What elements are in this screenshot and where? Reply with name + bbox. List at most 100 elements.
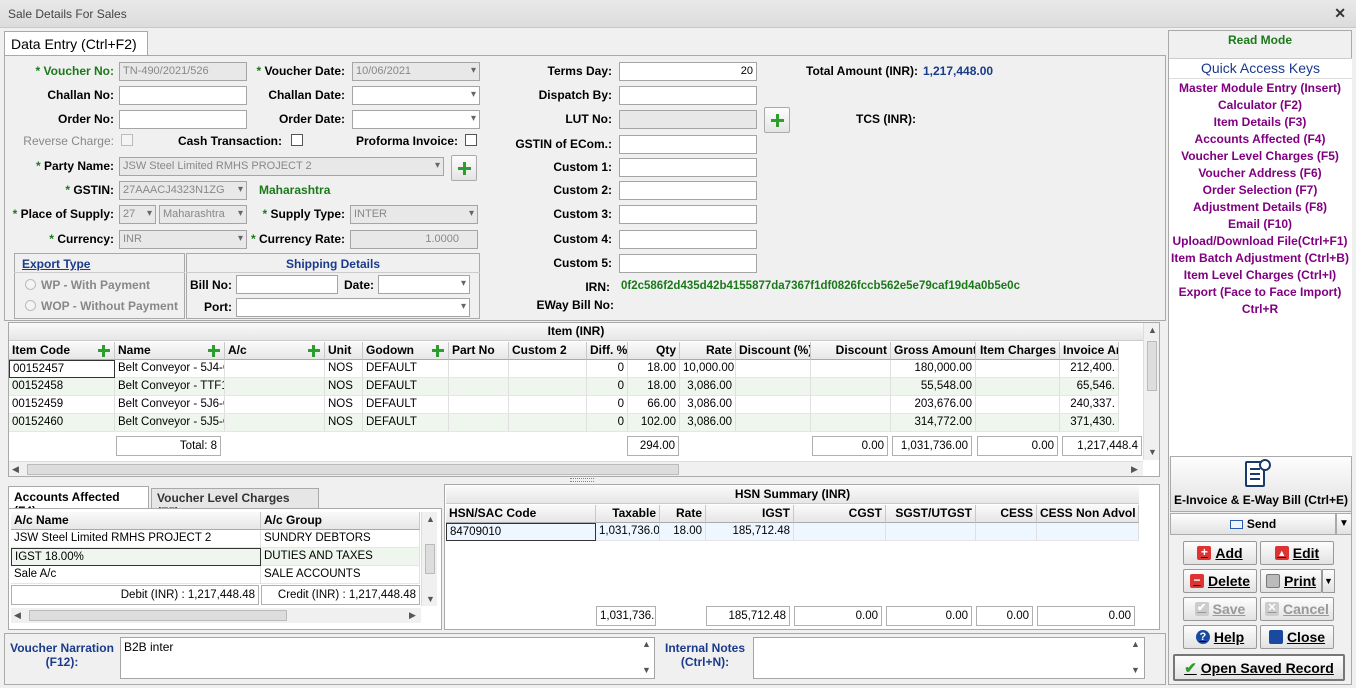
item-cell[interactable]: NOS [325, 360, 363, 378]
item-cell[interactable] [225, 360, 325, 378]
add-party-icon[interactable] [451, 155, 477, 181]
item-cell[interactable]: 212,400. [1060, 360, 1119, 378]
item-col-header[interactable]: Custom 2 [509, 342, 587, 360]
hsn-col-header[interactable]: CESS Non Advol [1037, 505, 1139, 523]
close-button[interactable]: Close [1260, 625, 1334, 649]
quick-key-link[interactable]: Item Level Charges (Ctrl+I) [1168, 267, 1352, 284]
quick-key-link[interactable]: Master Module Entry (Insert) [1168, 80, 1352, 97]
delete-button[interactable]: − Delete [1183, 569, 1257, 593]
item-cell[interactable]: 240,337. [1060, 396, 1119, 414]
internal-notes-textarea[interactable] [753, 637, 1145, 679]
item-cell[interactable] [811, 396, 891, 414]
item-cell[interactable]: 203,676.00 [891, 396, 976, 414]
order-date-picker[interactable] [352, 110, 480, 129]
quick-key-link[interactable]: Email (F10) [1168, 216, 1352, 233]
item-cell[interactable]: Belt Conveyor - 5J5-C [115, 414, 225, 432]
item-cell[interactable] [736, 396, 811, 414]
item-cell[interactable] [225, 396, 325, 414]
item-cell[interactable]: DEFAULT [363, 378, 449, 396]
edit-button[interactable]: ▲ Edit [1260, 541, 1334, 565]
account-cell[interactable]: SUNDRY DEBTORS [261, 530, 420, 548]
print-dropdown-icon[interactable]: ▼ [1322, 569, 1335, 593]
item-cell[interactable]: 0 [587, 378, 628, 396]
quick-key-link[interactable]: Calculator (F2) [1168, 97, 1352, 114]
narration-scroll-down-icon[interactable]: ▼ [642, 665, 651, 675]
proforma-invoice-checkbox[interactable] [465, 134, 477, 146]
ship-date-picker[interactable] [378, 275, 470, 294]
account-cell[interactable]: Sale A/c [11, 566, 261, 584]
quick-key-link[interactable]: Item Batch Adjustment (Ctrl+B) [1168, 250, 1352, 267]
item-cell[interactable]: Belt Conveyor - 5J4-C2 [115, 360, 225, 378]
item-cell[interactable]: 3,086.00 [680, 378, 736, 396]
quick-key-link[interactable]: Export (Face to Face Import) Ctrl+R [1168, 284, 1352, 318]
item-cell[interactable] [976, 378, 1060, 396]
hsn-cell[interactable] [794, 523, 886, 541]
tab-voucher-level-charges[interactable]: Voucher Level Charges (F5) [151, 488, 319, 519]
item-col-header[interactable]: Diff. % [587, 342, 628, 360]
port-select[interactable] [236, 298, 470, 317]
item-cell[interactable]: NOS [325, 396, 363, 414]
item-cell[interactable]: 180,000.00 [891, 360, 976, 378]
terms-day-input[interactable]: 20 [619, 62, 757, 81]
quick-key-link[interactable]: Accounts Affected (F4) [1168, 131, 1352, 148]
add-column-icon[interactable] [97, 344, 111, 358]
add-column-icon[interactable] [307, 344, 321, 358]
item-cell[interactable]: Belt Conveyor - TTF1- [115, 378, 225, 396]
hsn-col-header[interactable]: Rate [660, 505, 706, 523]
tab-accounts-affected[interactable]: Accounts Affected (F4) [8, 486, 149, 518]
item-cell[interactable]: 00152458 [9, 378, 115, 396]
accounts-hscroll[interactable]: ◀ ▶ [11, 608, 421, 623]
item-col-header[interactable]: Discount [811, 342, 891, 360]
hsn-col-header[interactable]: IGST [706, 505, 794, 523]
cash-transaction-checkbox[interactable] [291, 134, 303, 146]
hsn-cell[interactable] [886, 523, 976, 541]
item-cell[interactable] [509, 396, 587, 414]
hsn-cell[interactable] [976, 523, 1037, 541]
item-cell[interactable] [225, 378, 325, 396]
hsn-col-header[interactable]: CESS [976, 505, 1037, 523]
item-cell[interactable] [509, 360, 587, 378]
account-cell[interactable]: JSW Steel Limited RMHS PROJECT 2 [11, 530, 261, 548]
item-grid-vscroll[interactable]: ▲ ▼ [1143, 323, 1159, 460]
item-cell[interactable]: NOS [325, 378, 363, 396]
item-col-header[interactable]: Part No [449, 342, 509, 360]
custom3-input[interactable] [619, 205, 757, 224]
item-col-header[interactable]: Rate [680, 342, 736, 360]
item-cell[interactable]: 18.00 [628, 360, 680, 378]
item-cell[interactable]: 00152460 [9, 414, 115, 432]
item-cell[interactable] [449, 396, 509, 414]
item-grid-hscroll[interactable]: ◀ ▶ [9, 461, 1143, 476]
item-cell[interactable] [811, 360, 891, 378]
item-cell[interactable]: 3,086.00 [680, 396, 736, 414]
hsn-col-header[interactable]: HSN/SAC Code [446, 505, 596, 523]
hsn-cell[interactable]: 18.00 [660, 523, 706, 541]
quick-key-link[interactable]: Item Details (F3) [1168, 114, 1352, 131]
add-column-icon[interactable] [207, 344, 221, 358]
item-cell[interactable]: 0 [587, 414, 628, 432]
help-button[interactable]: ? Help [1183, 625, 1257, 649]
item-cell[interactable]: 0 [587, 360, 628, 378]
custom5-input[interactable] [619, 254, 757, 273]
item-cell[interactable] [449, 414, 509, 432]
add-lut-icon[interactable] [764, 107, 790, 133]
print-button[interactable]: Print [1260, 569, 1322, 593]
quick-key-link[interactable]: Adjustment Details (F8) [1168, 199, 1352, 216]
hsn-col-header[interactable]: SGST/UTGST [886, 505, 976, 523]
splitter-grip[interactable] [570, 478, 594, 482]
item-col-header[interactable]: Unit [325, 342, 363, 360]
item-cell[interactable] [976, 360, 1060, 378]
item-cell[interactable]: 00152457 [9, 360, 115, 378]
custom1-input[interactable] [619, 158, 757, 177]
hsn-cell[interactable]: 84709010 [446, 523, 596, 541]
close-icon[interactable]: ✕ [1334, 5, 1346, 22]
item-cell[interactable]: 00152459 [9, 396, 115, 414]
bill-no-input[interactable] [236, 275, 338, 294]
item-cell[interactable] [811, 414, 891, 432]
item-cell[interactable]: 0 [587, 396, 628, 414]
item-cell[interactable]: DEFAULT [363, 414, 449, 432]
item-cell[interactable] [976, 396, 1060, 414]
hsn-cell[interactable]: 185,712.48 [706, 523, 794, 541]
item-cell[interactable] [225, 414, 325, 432]
item-cell[interactable]: 102.00 [628, 414, 680, 432]
einvoice-button[interactable]: E-Invoice & E-Way Bill (Ctrl+E) [1170, 456, 1352, 512]
